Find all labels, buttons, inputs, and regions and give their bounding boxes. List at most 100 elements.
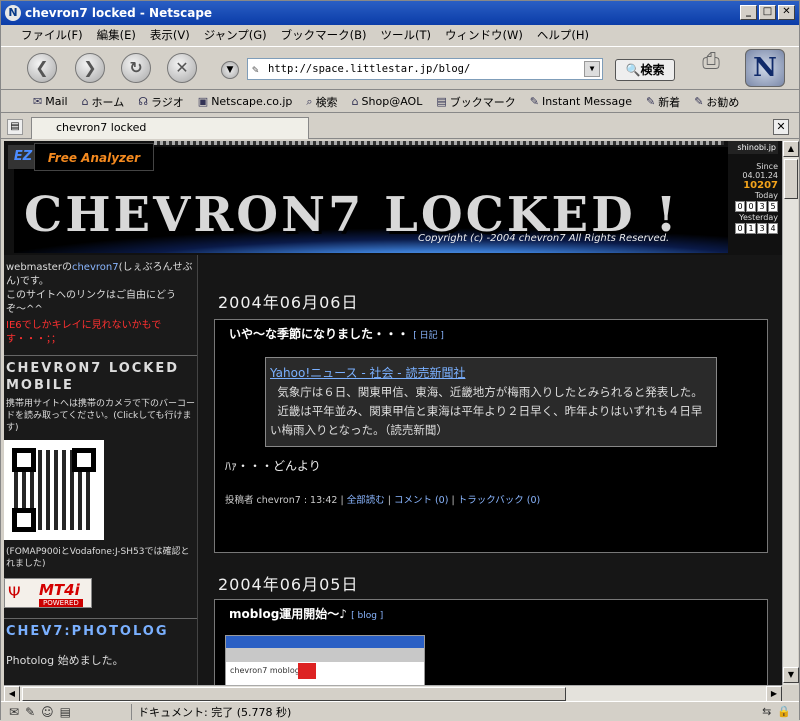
close-tab-button[interactable]: ✕ <box>773 119 789 135</box>
since-label: Since <box>756 162 778 171</box>
toolbar-recommend[interactable]: ✎ お勧め <box>694 94 739 110</box>
toolbar-search[interactable]: ⌕ 検索 <box>306 94 337 110</box>
composer-icon[interactable]: ✎ <box>25 705 35 719</box>
moblog-screenshot[interactable]: chevron7 moblog <box>225 635 425 685</box>
close-button[interactable]: ✕ <box>778 5 795 20</box>
menu-file[interactable]: ファイル(F) <box>21 27 83 43</box>
vertical-scrollbar[interactable]: ▲ ▼ <box>782 141 799 685</box>
banner-stripe <box>154 141 724 145</box>
digit: 0 <box>735 201 745 212</box>
webmaster-link[interactable]: chevron7 <box>72 262 119 273</box>
address-book-icon[interactable]: ▤ <box>60 705 71 719</box>
mt4i-badge[interactable]: Ψ MT4i POWERED <box>4 578 92 608</box>
toolbar-shop[interactable]: ⌂ Shop@AOL <box>352 95 423 108</box>
maximize-button[interactable]: □ <box>759 5 776 20</box>
entry-category[interactable]: [ 日記 ] <box>413 331 444 341</box>
access-counter[interactable]: shinobi.jp Since 04.01.24 10207 Today 0 … <box>728 141 782 255</box>
entry-body: ﾊｧ・・・どんより <box>225 459 321 473</box>
qr-finder <box>12 448 36 472</box>
search-button[interactable]: 🔍検索 <box>615 59 675 81</box>
digit: 5 <box>768 201 778 212</box>
horizontal-scroll-thumb[interactable] <box>22 687 566 701</box>
menu-help[interactable]: ヘルプ(H) <box>537 27 589 43</box>
folder-icon: ▤ <box>436 95 447 108</box>
personal-toolbar: ✉ Mail ⌂ ホーム ☊ ラジオ ▣ Netscape.co.jp ⌕ 検索 ⌂ Sho… <box>1 91 799 113</box>
blog-entry: いや〜な季節になりました・・・ [ 日記 ] Yahoo!ニュース - 社会 -… <box>214 319 768 553</box>
stop-button[interactable]: ✕ <box>167 53 197 83</box>
search-icon: ⌕ <box>306 94 313 108</box>
entry-title-text: いや〜な季節になりました・・・ <box>229 327 410 341</box>
reload-button[interactable]: ↻ <box>121 53 151 83</box>
entry-footer: 投稿者 chevron7 : 13:42 | 全部読む | コメント (0) |… <box>225 495 541 506</box>
toolbar-netscape[interactable]: ▣ Netscape.co.jp <box>198 95 293 108</box>
toolbar-label: ブックマーク <box>449 95 516 109</box>
url-input[interactable]: ✎ http://space.littlestar.jp/blog/ ▼ <box>247 58 603 80</box>
horizontal-scrollbar[interactable]: ◀ ▶ <box>4 685 782 702</box>
toolbar-label: Shop@AOL <box>361 95 423 108</box>
forward-button[interactable]: ❯ <box>75 53 105 83</box>
tab-chevron7-locked[interactable]: chevron7 locked <box>31 117 309 139</box>
toolbar-label: ラジオ <box>151 95 184 109</box>
menu-view[interactable]: 表示(V) <box>150 27 190 43</box>
status-text: ドキュメント: 完了 (5.778 秒) <box>131 703 762 720</box>
screenshot-text: chevron7 moblog <box>230 666 300 675</box>
menu-edit[interactable]: 編集(E) <box>97 27 136 43</box>
link-icon: ✎ <box>529 95 539 108</box>
copyright-text: Copyright (c) -2004 chevron7 All Rights … <box>418 233 670 244</box>
print-icon[interactable]: ⎙ <box>695 49 727 79</box>
browser-window: N chevron7 locked - Netscape _ □ ✕ ファイル(… <box>0 0 800 721</box>
yahoo-news-link[interactable]: Yahoo!ニュース - 社会 - 読売新聞社 <box>270 366 465 380</box>
yesterday-digits: 0 1 3 4 <box>728 223 778 234</box>
menu-window[interactable]: ウィンドウ(W) <box>445 27 523 43</box>
aim-icon[interactable]: ☺ <box>41 705 54 719</box>
toolbar-label: Mail <box>45 95 68 108</box>
minimize-button[interactable]: _ <box>740 5 757 20</box>
go-button[interactable]: ▼ <box>221 61 239 79</box>
search-button-label: 検索 <box>640 63 665 77</box>
toolbar-home[interactable]: ⌂ ホーム <box>82 94 125 110</box>
toolbar-new[interactable]: ✎ 新着 <box>646 94 680 110</box>
toolbar-label: 新着 <box>658 95 681 109</box>
scroll-left-button[interactable]: ◀ <box>4 686 20 702</box>
tab-label: chevron7 locked <box>56 121 147 134</box>
security-icon[interactable]: 🔒 <box>777 705 791 718</box>
photolog-heading[interactable]: CHEV7:PHOTOLOG <box>4 618 197 644</box>
status-bar: ✉ ✎ ☺ ▤ ドキュメント: 完了 (5.778 秒) ⇆ 🔒 <box>1 701 799 721</box>
yesterday-label: Yesterday <box>739 213 778 222</box>
vertical-scroll-thumb[interactable] <box>784 159 798 199</box>
toolbar-instant-message[interactable]: ✎ Instant Message <box>530 95 632 108</box>
posted-by: 投稿者 chevron7 : 13:42 <box>225 495 338 506</box>
trackback-link[interactable]: トラックバック (0) <box>458 495 541 506</box>
shop-icon: ⌂ <box>351 95 359 108</box>
mail-icon[interactable]: ✉ <box>9 705 19 719</box>
entry-category[interactable]: [ blog ] <box>351 611 383 621</box>
toolbar-radio[interactable]: ☊ ラジオ <box>138 94 184 110</box>
free-analyzer-badge[interactable]: Free Analyzer <box>34 143 154 171</box>
scroll-up-button[interactable]: ▲ <box>783 141 799 157</box>
link-icon: ✎ <box>694 95 704 108</box>
tab-list-icon[interactable]: ▤ <box>7 119 23 135</box>
toolbar-bookmarks[interactable]: ▤ ブックマーク <box>436 94 515 110</box>
scroll-right-button[interactable]: ▶ <box>766 686 782 702</box>
netscape-logo[interactable]: N <box>745 49 785 87</box>
mail-icon: ✉ <box>33 95 43 108</box>
menu-bar: ファイル(F) 編集(E) 表示(V) ジャンプ(G) ブックマーク(B) ツー… <box>1 25 799 45</box>
scroll-down-button[interactable]: ▼ <box>783 667 799 683</box>
menu-tools[interactable]: ツール(T) <box>381 27 432 43</box>
back-button[interactable]: ❮ <box>27 53 57 83</box>
mobile-text: 携帯用サイトへは携帯のカメラで下のバーコードを読み取ってください。(Clickし… <box>6 399 196 433</box>
quote-paragraph: 気象庁は６日、関東甲信、東海、近畿地方が梅雨入りしたとみられると発表した。 <box>277 385 703 399</box>
page-icon: ✎ <box>252 63 259 76</box>
qr-code[interactable] <box>4 440 104 540</box>
headphones-icon: ☊ <box>138 95 148 108</box>
site-banner: CHEVRON7 LOCKED ! Copyright (c) -2004 ch… <box>4 141 782 255</box>
window-title: chevron7 locked - Netscape <box>25 6 213 20</box>
comment-link[interactable]: コメント (0) <box>394 495 448 506</box>
toolbar-mail[interactable]: ✉ Mail <box>33 95 68 108</box>
photolog-text: Photolog 始めました。 <box>6 654 124 667</box>
menu-bookmarks[interactable]: ブックマーク(B) <box>281 27 367 43</box>
read-more-link[interactable]: 全部読む <box>347 495 385 506</box>
url-dropdown-button[interactable]: ▼ <box>584 61 600 77</box>
since-date: 04.01.24 <box>742 171 778 180</box>
menu-go[interactable]: ジャンプ(G) <box>204 27 267 43</box>
